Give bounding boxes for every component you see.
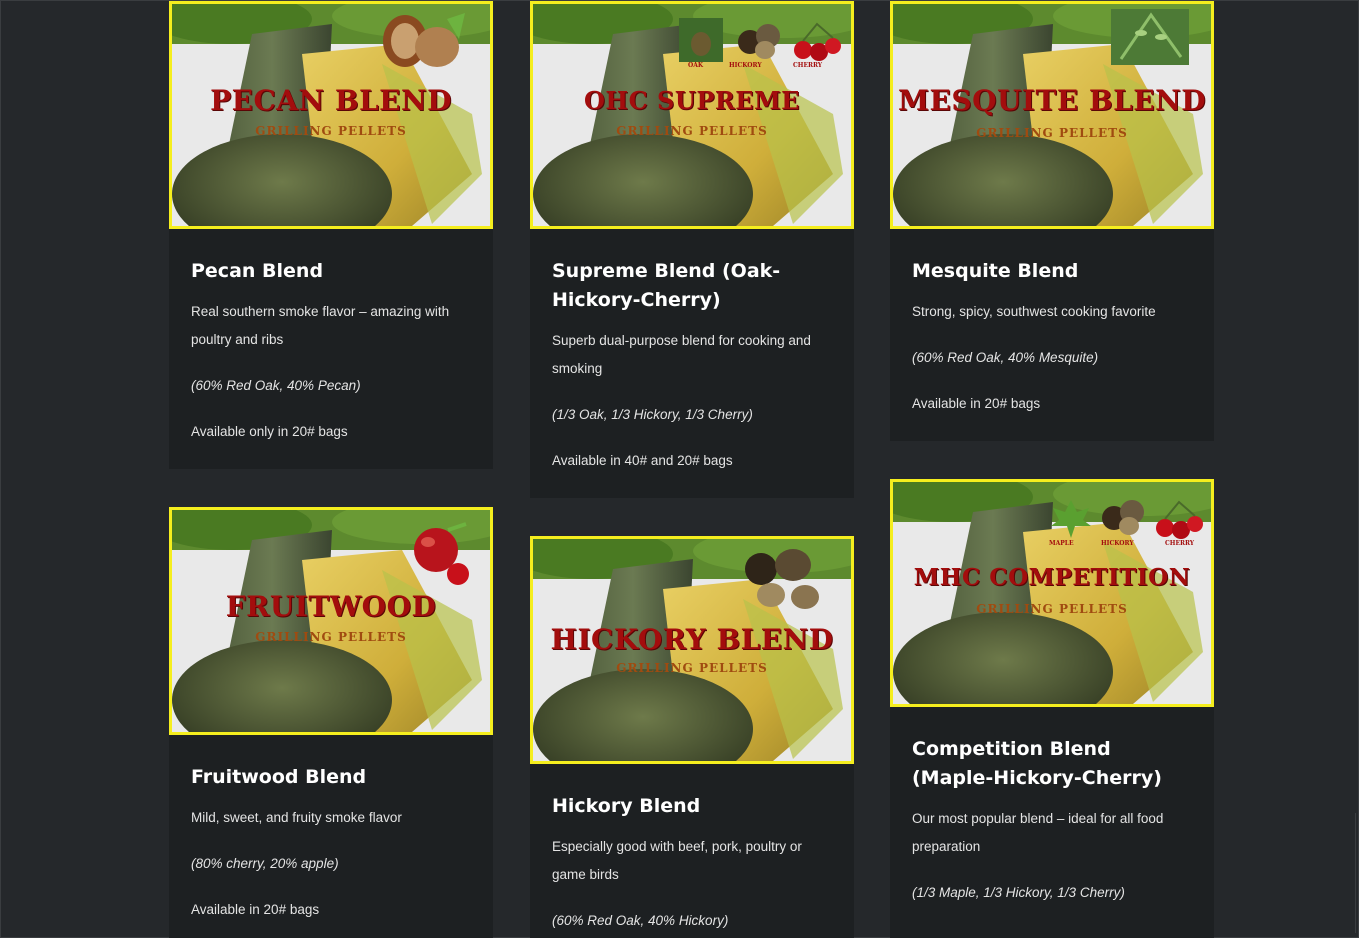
fruit-label-cherry: CHERRY <box>793 62 823 69</box>
card-title[interactable]: Fruitwood Blend <box>191 763 471 792</box>
image-title: PECAN BLEND <box>210 84 452 117</box>
card-title[interactable]: Mesquite Blend <box>912 257 1192 286</box>
scrollbar-edge[interactable] <box>1355 813 1356 933</box>
product-image-pecan[interactable]: PECAN BLEND GRILLING PELLETS <box>169 1 493 229</box>
image-subtitle: GRILLING PELLETS <box>616 124 768 138</box>
card-availability: Available in 20# bags <box>191 902 320 917</box>
product-card-supreme: OAK HICKORY CHERRY OHC SUPREME GRILLING … <box>530 1 854 498</box>
image-title: OHC SUPREME <box>584 86 800 115</box>
image-title: MESQUITE BLEND <box>898 84 1206 117</box>
card-availability: Available in 40# and 20# bags <box>552 453 733 468</box>
card-body: Pecan Blend Real southern smoke flavor –… <box>169 229 493 464</box>
hickory-nut-icon <box>1102 500 1144 535</box>
image-subtitle: GRILLING PELLETS <box>976 602 1128 616</box>
product-card-hickory: HICKORY BLEND GRILLING PELLETS Hickory B… <box>530 536 854 938</box>
product-image-mesquite[interactable]: MESQUITE BLEND GRILLING PELLETS <box>890 1 1214 229</box>
image-subtitle: GRILLING PELLETS <box>976 126 1128 140</box>
card-composition: (60% Red Oak, 40% Pecan) <box>191 378 361 393</box>
fruit-label-cherry: CHERRY <box>1165 540 1195 547</box>
fruit-label-maple: MAPLE <box>1049 540 1074 547</box>
card-body: Hickory Blend Especially good with beef,… <box>530 764 854 938</box>
card-description: Mild, sweet, and fruity smoke flavor <box>191 810 402 825</box>
pecan-nut-icon <box>383 13 465 67</box>
image-title: MHC COMPETITION <box>913 564 1191 591</box>
product-card-fruitwood: FRUITWOOD GRILLING PELLETS Fruitwood Ble… <box>169 507 493 938</box>
hickory-nut-icon <box>745 549 819 609</box>
card-description: Superb dual-purpose blend for cooking an… <box>552 333 811 376</box>
card-composition: (80% cherry, 20% apple) <box>191 856 339 871</box>
card-title[interactable]: Competition Blend (Maple-Hickory-Cherry) <box>912 735 1192 793</box>
card-body: Mesquite Blend Strong, spicy, southwest … <box>890 229 1214 436</box>
product-card-competition: MAPLE HICKORY CHERRY MHC COMPETITION GRI… <box>890 479 1214 938</box>
fruit-label-hickory: HICKORY <box>729 62 762 69</box>
apple-cherry-icon <box>414 522 469 585</box>
hickory-nut-icon <box>738 24 780 59</box>
image-title: HICKORY BLEND <box>550 623 834 656</box>
product-card-pecan: PECAN BLEND GRILLING PELLETS Pecan Blend… <box>169 1 493 469</box>
cherry-icon <box>794 22 841 61</box>
card-body: Competition Blend (Maple-Hickory-Cherry)… <box>890 707 1214 925</box>
image-subtitle: GRILLING PELLETS <box>255 124 407 138</box>
image-subtitle: GRILLING PELLETS <box>255 630 407 644</box>
card-availability: Available in 20# bags <box>912 396 1041 411</box>
product-card-mesquite: MESQUITE BLEND GRILLING PELLETS Mesquite… <box>890 1 1214 441</box>
maple-leaf-icon <box>1051 500 1091 538</box>
fruit-label-hickory: HICKORY <box>1101 540 1134 547</box>
product-image-competition[interactable]: MAPLE HICKORY CHERRY MHC COMPETITION GRI… <box>890 479 1214 707</box>
image-subtitle: GRILLING PELLETS <box>616 661 768 675</box>
card-title[interactable]: Supreme Blend (Oak-Hickory-Cherry) <box>552 257 832 315</box>
card-body: Supreme Blend (Oak-Hickory-Cherry) Super… <box>530 229 854 493</box>
card-composition: (1/3 Maple, 1/3 Hickory, 1/3 Cherry) <box>912 885 1125 900</box>
oak-acorn-icon <box>679 18 723 62</box>
card-description: Real southern smoke flavor – amazing wit… <box>191 304 450 347</box>
card-description: Our most popular blend – ideal for all f… <box>912 811 1164 854</box>
card-composition: (1/3 Oak, 1/3 Hickory, 1/3 Cherry) <box>552 407 753 422</box>
image-title: FRUITWOOD <box>225 590 437 623</box>
fruit-label-oak: OAK <box>688 62 704 69</box>
card-title[interactable]: Hickory Blend <box>552 792 832 821</box>
card-availability: Available only in 20# bags <box>191 424 348 439</box>
cherry-icon <box>1156 500 1203 539</box>
card-title[interactable]: Pecan Blend <box>191 257 471 286</box>
card-composition: (60% Red Oak, 40% Hickory) <box>552 913 729 928</box>
product-image-supreme[interactable]: OAK HICKORY CHERRY OHC SUPREME GRILLING … <box>530 1 854 229</box>
mesquite-leaf-icon <box>1111 9 1189 65</box>
product-image-fruitwood[interactable]: FRUITWOOD GRILLING PELLETS <box>169 507 493 735</box>
card-description: Especially good with beef, pork, poultry… <box>552 839 802 882</box>
card-description: Strong, spicy, southwest cooking favorit… <box>912 304 1156 319</box>
card-composition: (60% Red Oak, 40% Mesquite) <box>912 350 1099 365</box>
card-body: Fruitwood Blend Mild, sweet, and fruity … <box>169 735 493 938</box>
product-image-hickory[interactable]: HICKORY BLEND GRILLING PELLETS <box>530 536 854 764</box>
